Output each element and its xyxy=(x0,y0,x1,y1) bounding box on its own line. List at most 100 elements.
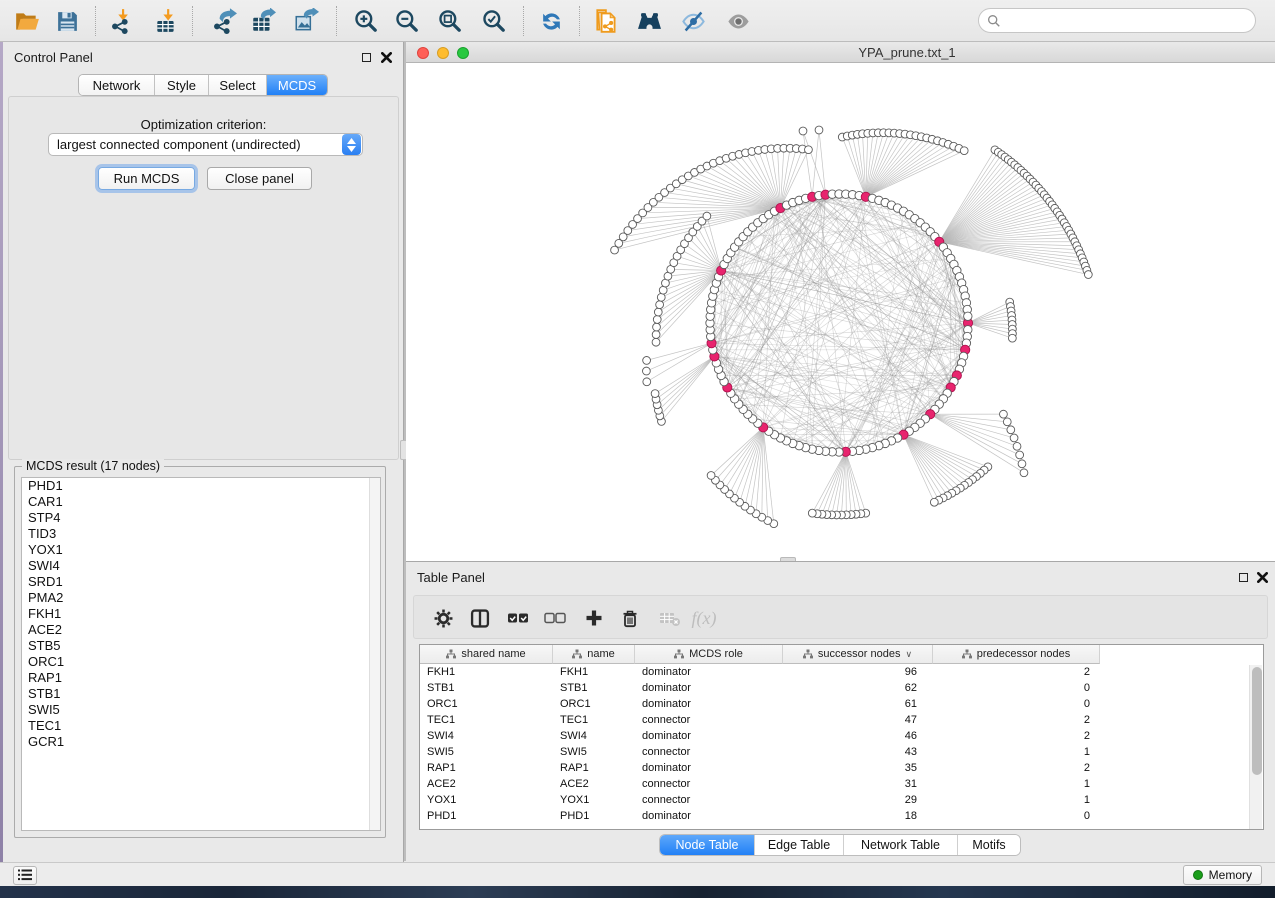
show-columns-button[interactable] xyxy=(466,605,494,631)
column-header-name[interactable]: name xyxy=(553,645,635,664)
mcds-result-item[interactable]: STB1 xyxy=(22,686,380,702)
network-leaf-node[interactable] xyxy=(799,127,807,135)
network-leaf-node[interactable] xyxy=(1003,418,1011,426)
network-leaf-node[interactable] xyxy=(1084,271,1092,279)
mcds-result-item[interactable]: TEC1 xyxy=(22,718,380,734)
column-header-shared-name[interactable]: shared name xyxy=(420,645,553,664)
export-image-button[interactable] xyxy=(289,7,323,35)
export-network-button[interactable] xyxy=(207,7,241,35)
open-file-button[interactable] xyxy=(10,7,44,35)
close-table-panel-button[interactable] xyxy=(1255,570,1269,584)
zoom-fit-button[interactable] xyxy=(433,7,467,35)
function-builder-button[interactable]: f(x) xyxy=(690,605,718,631)
criterion-select[interactable]: largest connected component (undirected) xyxy=(48,133,363,156)
zoom-out-button[interactable] xyxy=(390,7,424,35)
close-window-button[interactable] xyxy=(417,47,429,59)
network-node[interactable] xyxy=(964,312,972,320)
mcds-result-list[interactable]: PHD1CAR1STP4TID3YOX1SWI4SRD1PMA2FKH1ACE2… xyxy=(21,477,381,831)
import-table-button[interactable] xyxy=(149,7,183,35)
mcds-result-item[interactable]: STP4 xyxy=(22,510,380,526)
table-settings-button[interactable] xyxy=(429,605,457,631)
hide-selected-button[interactable] xyxy=(676,7,710,35)
tab-select[interactable]: Select xyxy=(209,75,267,95)
network-leaf-node[interactable] xyxy=(652,331,660,339)
network-leaf-node[interactable] xyxy=(656,301,664,309)
save-session-button[interactable] xyxy=(50,7,84,35)
export-table-button[interactable] xyxy=(246,7,280,35)
network-leaf-node[interactable] xyxy=(643,356,651,364)
mcds-result-item[interactable]: RAP1 xyxy=(22,670,380,686)
mcds-result-item[interactable]: CAR1 xyxy=(22,494,380,510)
network-leaf-node[interactable] xyxy=(653,323,661,331)
add-row-button[interactable] xyxy=(580,605,608,631)
zoom-in-button[interactable] xyxy=(349,7,383,35)
network-leaf-node[interactable] xyxy=(642,367,650,375)
table-row[interactable]: ORC1ORC1dominator610 xyxy=(420,696,1100,712)
network-leaf-node[interactable] xyxy=(1018,460,1026,468)
network-leaf-node[interactable] xyxy=(1013,442,1021,450)
network-leaf-node[interactable] xyxy=(1020,469,1028,477)
mcds-result-item[interactable]: STB5 xyxy=(22,638,380,654)
network-leaf-node[interactable] xyxy=(808,509,816,517)
table-row[interactable]: RAP1RAP1dominator352 xyxy=(420,760,1100,776)
table-row[interactable]: ACE2ACE2connector311 xyxy=(420,776,1100,792)
delete-table-button[interactable] xyxy=(656,605,684,631)
network-window-titlebar[interactable]: YPA_prune.txt_1 xyxy=(406,42,1275,63)
mcds-result-item[interactable]: ACE2 xyxy=(22,622,380,638)
table-row[interactable]: STB1STB1dominator620 xyxy=(420,680,1100,696)
close-panel-button[interactable] xyxy=(379,50,393,64)
network-leaf-node[interactable] xyxy=(653,316,661,324)
zoom-selected-button[interactable] xyxy=(477,7,511,35)
search-box[interactable] xyxy=(978,8,1256,33)
maximize-window-button[interactable] xyxy=(457,47,469,59)
network-leaf-node[interactable] xyxy=(643,378,651,386)
network-leaf-node[interactable] xyxy=(652,338,660,346)
close-panel-button-mcds[interactable]: Close panel xyxy=(207,167,312,190)
table-row[interactable]: SWI5SWI5connector431 xyxy=(420,744,1100,760)
search-input[interactable] xyxy=(1001,14,1231,28)
network-leaf-node[interactable] xyxy=(1007,426,1015,434)
network-canvas[interactable] xyxy=(406,64,1275,561)
network-leaf-node[interactable] xyxy=(1010,434,1018,442)
network-leaf-node[interactable] xyxy=(651,390,659,398)
delete-rows-button[interactable] xyxy=(616,605,644,631)
network-leaf-node[interactable] xyxy=(930,498,938,506)
network-leaf-node[interactable] xyxy=(657,293,665,301)
mcds-result-item[interactable]: PHD1 xyxy=(22,478,380,494)
mcds-result-item[interactable]: PMA2 xyxy=(22,590,380,606)
column-header-successor-nodes[interactable]: successor nodes∨ xyxy=(783,645,933,664)
mcds-result-item[interactable]: TID3 xyxy=(22,526,380,542)
tab-mcds[interactable]: MCDS xyxy=(267,75,327,95)
mcds-result-item[interactable]: FKH1 xyxy=(22,606,380,622)
deselect-all-rows-button[interactable] xyxy=(541,605,569,631)
table-row[interactable]: TEC1TEC1connector472 xyxy=(420,712,1100,728)
network-leaf-node[interactable] xyxy=(707,472,715,480)
float-table-panel-button[interactable] xyxy=(1236,570,1250,584)
tab-motifs[interactable]: Motifs xyxy=(958,835,1020,855)
table-scrollbar-thumb[interactable] xyxy=(1252,667,1262,775)
tab-network[interactable]: Network xyxy=(79,75,155,95)
network-leaf-node[interactable] xyxy=(703,212,711,220)
mcds-result-item[interactable]: SRD1 xyxy=(22,574,380,590)
memory-button[interactable]: Memory xyxy=(1183,865,1262,885)
network-leaf-node[interactable] xyxy=(1008,334,1016,342)
tab-edge-table[interactable]: Edge Table xyxy=(755,835,844,855)
network-leaf-node[interactable] xyxy=(805,146,813,154)
mcds-result-item[interactable]: YOX1 xyxy=(22,542,380,558)
column-header-predecessor-nodes[interactable]: predecessor nodes xyxy=(933,645,1100,664)
mcds-result-item[interactable]: SWI4 xyxy=(22,558,380,574)
network-leaf-node[interactable] xyxy=(659,286,667,294)
import-network-button[interactable] xyxy=(105,7,139,35)
tab-style[interactable]: Style xyxy=(155,75,209,95)
show-all-button[interactable] xyxy=(721,7,755,35)
table-scrollbar[interactable] xyxy=(1249,665,1262,829)
column-header-MCDS-role[interactable]: MCDS role xyxy=(635,645,783,664)
network-leaf-node[interactable] xyxy=(960,147,968,155)
first-neighbors-button[interactable] xyxy=(632,7,666,35)
minimize-window-button[interactable] xyxy=(437,47,449,59)
table-row[interactable]: FKH1FKH1dominator962 xyxy=(420,664,1100,680)
clone-network-button[interactable] xyxy=(590,7,624,35)
table-row[interactable]: YOX1YOX1connector291 xyxy=(420,792,1100,808)
refresh-layout-button[interactable] xyxy=(534,7,568,35)
network-leaf-node[interactable] xyxy=(1016,451,1024,459)
